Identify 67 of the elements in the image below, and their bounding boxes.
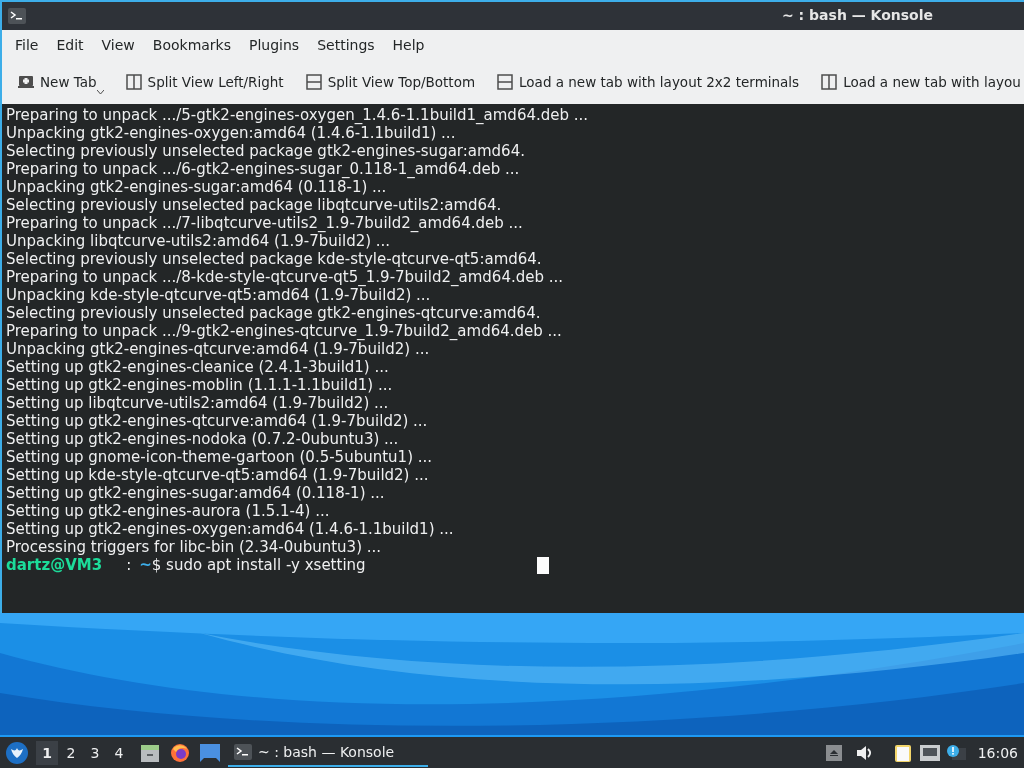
- terminal-line: Unpacking gtk2-engines-sugar:amd64 (0.118-1) ...: [6, 178, 388, 196]
- terminal-line: Selecting previously unselected package gtk2-engines-qtcurve:amd64.: [6, 304, 542, 322]
- desktop-icon[interactable]: [200, 743, 220, 762]
- command-text: $ sudo apt install -y xsetting: [151, 556, 366, 574]
- notification-icon[interactable]: [945, 743, 966, 762]
- eject-icon[interactable]: [825, 744, 842, 761]
- firefox-icon[interactable]: [170, 742, 190, 763]
- terminal-line: Selecting previously unselected package libqtcurve-utils2:amd64.: [6, 196, 503, 214]
- new-tab-icon: [18, 75, 34, 89]
- terminal-line: Setting up gtk2-engines-oxygen:amd64 (1.4.6-1.1build1) ...: [6, 520, 455, 538]
- menu-item[interactable]: Edit: [47, 37, 93, 53]
- toolbar-button[interactable]: Split View Left/Right: [125, 74, 284, 90]
- terminal-area[interactable]: [2, 104, 1024, 613]
- terminal-line: Setting up gtk2-engines-cleanice (2.4.1-3build1) ...: [6, 358, 390, 376]
- terminal-line: Preparing to unpack .../7-libqtcurve-utils2_1.9-7build2_amd64.deb ...: [6, 214, 524, 232]
- task-button[interactable]: ~ : bash — Konsole: [228, 738, 428, 767]
- terminal-line: Selecting previously unselected package gtk2-engines-sugar:amd64.: [6, 142, 526, 160]
- desktop-switcher[interactable]: 2: [60, 740, 82, 765]
- split-vertical-icon: [821, 74, 838, 90]
- terminal-line: Preparing to unpack .../8-kde-style-qtcurve-qt5_1.9-7build2_amd64.deb ...: [6, 268, 565, 286]
- toolbar-button[interactable]: New Tab: [18, 74, 104, 90]
- terminal-line: Setting up kde-style-qtcurve-qt5:amd64 (1.9-7build2) ...: [6, 466, 430, 484]
- text-cursor: [536, 556, 549, 574]
- toolbar-button[interactable]: Load a new tab with layout 2x2 terminals: [497, 74, 800, 90]
- menu-item[interactable]: Plugins: [240, 37, 309, 53]
- speaker-icon[interactable]: [855, 744, 874, 761]
- terminal-line: Setting up gnome-icon-theme-gartoon (0.5-5ubuntu1) ...: [6, 448, 434, 466]
- terminal-line: Unpacking gtk2-engines-oxygen:amd64 (1.4.6-1.1build1) ...: [6, 124, 457, 142]
- terminal-line: Preparing to unpack .../9-gtk2-engines-qtcurve_1.9-7build2_amd64.deb ...: [6, 322, 563, 340]
- menu-item[interactable]: Settings: [308, 37, 384, 53]
- toolbar-button[interactable]: Split View Top/Bottom: [305, 74, 476, 90]
- prompt-path: ~: [139, 556, 152, 574]
- caret-icon: [96, 90, 104, 94]
- desktop-switcher[interactable]: 1: [36, 740, 58, 765]
- menu-item[interactable]: File: [6, 37, 48, 53]
- bird-logo-icon[interactable]: [6, 741, 28, 764]
- split-vertical-icon: [125, 74, 142, 90]
- menu-item[interactable]: Help: [383, 37, 434, 53]
- terminal-line: Setting up gtk2-engines-sugar:amd64 (0.118-1) ...: [6, 484, 386, 502]
- file-cabinet-icon[interactable]: [140, 742, 160, 763]
- split-horizontal-icon: [497, 74, 514, 90]
- terminal-line: Selecting previously unselected package kde-style-qtcurve-qt5:amd64.: [6, 250, 543, 268]
- network-icon[interactable]: [919, 744, 940, 761]
- clock[interactable]: 16:06: [977, 744, 1018, 761]
- prompt-user: dartz@VM3: [6, 556, 103, 574]
- terminal-line: Unpacking libqtcurve-utils2:amd64 (1.9-7build2) ...: [6, 232, 392, 250]
- prompt-separator: :: [126, 556, 132, 574]
- desktop-switcher[interactable]: 4: [108, 740, 130, 765]
- terminal-line: Preparing to unpack .../5-gtk2-engines-oxygen_1.4.6-1.1build1_amd64.deb ...: [6, 106, 590, 124]
- terminal-line: Unpacking gtk2-engines-qtcurve:amd64 (1.9-7build2) ...: [6, 340, 431, 358]
- desktop-switcher[interactable]: 3: [84, 740, 106, 765]
- terminal-line: Preparing to unpack .../6-gtk2-engines-sugar_0.118-1_amd64.deb ...: [6, 160, 521, 178]
- split-horizontal-icon: [305, 74, 322, 90]
- terminal-line: Setting up gtk2-engines-qtcurve:amd64 (1.9-7build2) ...: [6, 412, 429, 430]
- terminal-line: Setting up libqtcurve-utils2:amd64 (1.9-7build2) ...: [6, 394, 390, 412]
- terminal-line: Setting up gtk2-engines-aurora (1.5.1-4) ...: [6, 502, 331, 520]
- terminal-line: Unpacking kde-style-qtcurve-qt5:amd64 (1.9-7build2) ...: [6, 286, 432, 304]
- window-title: ~ : bash — Konsole: [782, 7, 934, 23]
- menu-item[interactable]: View: [92, 37, 144, 53]
- clipboard-icon[interactable]: [893, 742, 912, 763]
- terminal-line: Processing triggers for libc-bin (2.34-0ubuntu3) ...: [6, 538, 383, 556]
- menu-item[interactable]: Bookmarks: [143, 37, 240, 53]
- toolbar-button[interactable]: Load a new tab with layou: [821, 74, 1021, 90]
- terminal-icon: [8, 8, 26, 24]
- terminal-line: Setting up gtk2-engines-moblin (1.1.1-1.1build1) ...: [6, 376, 394, 394]
- terminal-line: Setting up gtk2-engines-nodoka (0.7.2-0ubuntu3) ...: [6, 430, 400, 448]
- terminal-icon: [234, 743, 252, 760]
